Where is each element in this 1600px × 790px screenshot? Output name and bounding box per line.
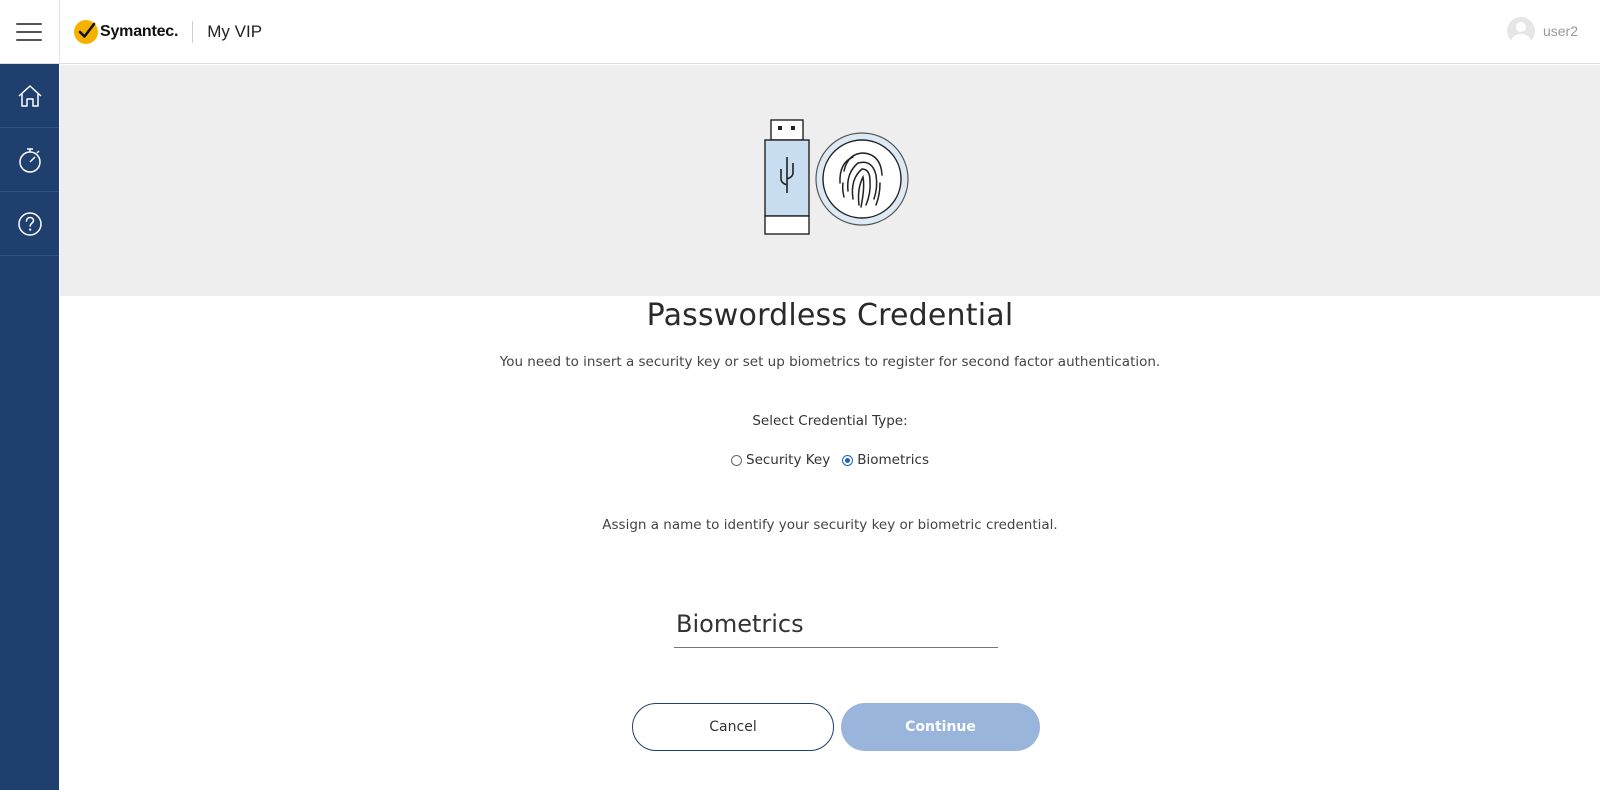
radio-unchecked-icon[interactable] [731, 454, 742, 466]
hero-banner [60, 65, 1600, 296]
cancel-button[interactable]: Cancel [632, 703, 834, 751]
sidebar-item-help[interactable] [0, 192, 59, 256]
avatar [1506, 17, 1535, 45]
radio-security-key-label: Security Key [746, 452, 831, 468]
stopwatch-icon [18, 147, 41, 173]
brand-name: Symantec. [100, 23, 179, 40]
credential-type-label: Select Credential Type: [752, 413, 908, 429]
credential-name-input[interactable] [674, 600, 998, 648]
user-name: user2 [1542, 23, 1578, 39]
credential-type-options: Security Key Biometrics [60, 452, 1600, 468]
sidebar-item-activity[interactable] [0, 128, 59, 192]
sidebar-item-home[interactable] [0, 64, 59, 128]
radio-security-key[interactable]: Security Key [731, 452, 830, 468]
page-title: Passwordless Credential [646, 298, 1014, 333]
continue-button[interactable]: Continue [841, 703, 1040, 751]
radio-checked-icon[interactable] [842, 454, 854, 466]
hamburger-icon [16, 23, 42, 41]
assign-name-description: Assign a name to identify your security … [602, 517, 1058, 533]
security-key-fingerprint-icon [764, 119, 909, 235]
header-divider [59, 0, 60, 64]
page-description: You need to insert a security key or set… [499, 354, 1161, 370]
radio-biometrics-label: Biometrics [857, 452, 929, 468]
radio-biometrics[interactable]: Biometrics [842, 452, 929, 468]
top-bar: Symantec. My VIP user2 [0, 0, 1600, 64]
home-icon [17, 84, 42, 107]
checkmark-logo-icon [74, 20, 98, 44]
app-title: My VIP [207, 22, 263, 41]
logo-separator [192, 21, 194, 43]
user-menu[interactable]: user2 [1506, 17, 1578, 45]
menu-button[interactable] [0, 0, 58, 64]
brand-logo: Symantec. My VIP [74, 18, 262, 46]
sidebar [0, 64, 59, 790]
help-icon [17, 211, 42, 236]
